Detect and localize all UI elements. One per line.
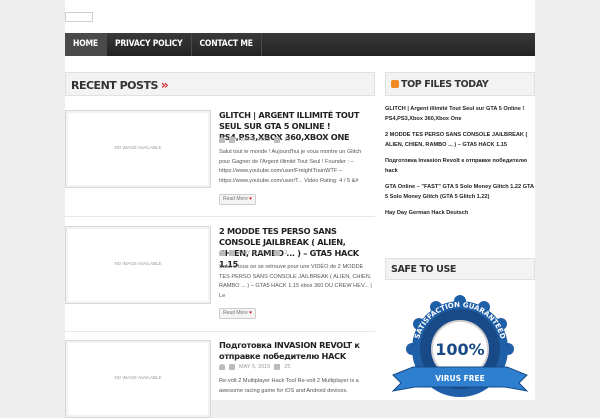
- calendar-icon: [229, 250, 235, 256]
- post-thumbnail[interactable]: NO IMAGE AVAILABLE: [65, 340, 211, 418]
- post-item: NO IMAGE AVAILABLE Подготовка INVASION R…: [65, 340, 375, 418]
- post-meta: MAY 6, 2015 25: [219, 137, 290, 143]
- safe-to-use-title: SAFE TO USE: [391, 264, 456, 275]
- virus-free-badge: SATISFACTION GUARANTEED 100% VIRUS FREE: [391, 295, 529, 397]
- heart-icon: ♥: [249, 196, 253, 202]
- recent-posts-title: RECENT POSTS: [71, 79, 158, 92]
- comment-icon: [274, 364, 281, 370]
- nav-home[interactable]: HOME: [65, 33, 107, 56]
- post-item: NO IMAGE AVAILABLE 2 MODDE TES PERSO SAN…: [65, 226, 375, 331]
- nav-contact-me[interactable]: CONTACT ME: [192, 33, 262, 56]
- divider: [65, 216, 375, 217]
- no-image-text: NO IMAGE AVAILABLE: [114, 145, 162, 150]
- post-thumbnail[interactable]: NO IMAGE AVAILABLE: [65, 110, 211, 188]
- comment-icon: [274, 250, 281, 256]
- calendar-icon: [229, 364, 235, 370]
- page-container: HOME PRIVACY POLICY CONTACT ME RECENT PO…: [65, 0, 535, 418]
- post-excerpt: Salut a tous on se retrouve pour une VID…: [219, 264, 372, 299]
- site-logo[interactable]: [65, 12, 93, 22]
- badge-ribbon-text: VIRUS FREE: [435, 374, 485, 383]
- chevron-right-icon: »: [160, 78, 169, 92]
- post-date: MAY 5, 2015: [239, 250, 271, 256]
- recent-posts-heading: RECENT POSTS»: [65, 72, 375, 96]
- post-comment-count[interactable]: 25: [284, 364, 290, 370]
- post-meta: MAY 5, 2015 3: [219, 250, 287, 256]
- top-files-title: TOP FILES TODAY: [401, 79, 489, 90]
- read-more-button[interactable]: Read More ♥: [219, 194, 257, 205]
- post-comment-count[interactable]: 3: [284, 250, 287, 256]
- post-comment-count[interactable]: 25: [284, 137, 290, 143]
- top-file-link[interactable]: GTA Online – "FAST" GTA 5 Solo Money Gli…: [385, 182, 535, 202]
- divider: [65, 331, 375, 332]
- post-date: MAY 6, 2015: [239, 137, 271, 143]
- user-icon: [219, 137, 225, 143]
- post-meta: MAY 5, 2015 25: [219, 364, 290, 370]
- read-more-button[interactable]: Read More ♥: [219, 308, 257, 319]
- post-item: NO IMAGE AVAILABLE GLITCH | ARGENT ILLIM…: [65, 110, 375, 220]
- safe-to-use-heading: SAFE TO USE: [385, 258, 535, 280]
- post-excerpt: Salut tout le monde ! Aujourd'hui je vou…: [219, 149, 362, 184]
- user-icon: [219, 364, 225, 370]
- top-file-link[interactable]: Подготовка Invasion Revolt к отправке по…: [385, 156, 535, 176]
- top-files-list: GLITCH | Argent illimité Tout Seul sur G…: [385, 104, 535, 224]
- top-file-link[interactable]: GLITCH | Argent illimité Tout Seul sur G…: [385, 104, 535, 124]
- main-nav: HOME PRIVACY POLICY CONTACT ME: [65, 33, 535, 56]
- top-file-link[interactable]: Hay Day German Hack Deutsch: [385, 208, 535, 218]
- post-excerpt: Re-volt 2 Multiplayer Hack Tool Re-volt …: [219, 378, 359, 394]
- post-date: MAY 5, 2015: [239, 364, 271, 370]
- calendar-icon: [229, 137, 235, 143]
- top-files-heading: TOP FILES TODAY: [385, 72, 535, 96]
- comment-icon: [274, 137, 281, 143]
- no-image-text: NO IMAGE AVAILABLE: [114, 261, 162, 266]
- user-icon: [219, 250, 225, 256]
- heart-icon: ♥: [249, 310, 253, 316]
- rss-icon: [391, 80, 399, 88]
- no-image-text: NO IMAGE AVAILABLE: [114, 375, 162, 380]
- badge-percent: 100%: [435, 340, 484, 359]
- top-file-link[interactable]: 2 MODDE TES PERSO SANS CONSOLE JAILBREAK…: [385, 130, 535, 150]
- post-thumbnail[interactable]: NO IMAGE AVAILABLE: [65, 226, 211, 304]
- nav-privacy-policy[interactable]: PRIVACY POLICY: [107, 33, 192, 56]
- post-title[interactable]: Подготовка INVASION REVOLT к отправке по…: [219, 340, 369, 362]
